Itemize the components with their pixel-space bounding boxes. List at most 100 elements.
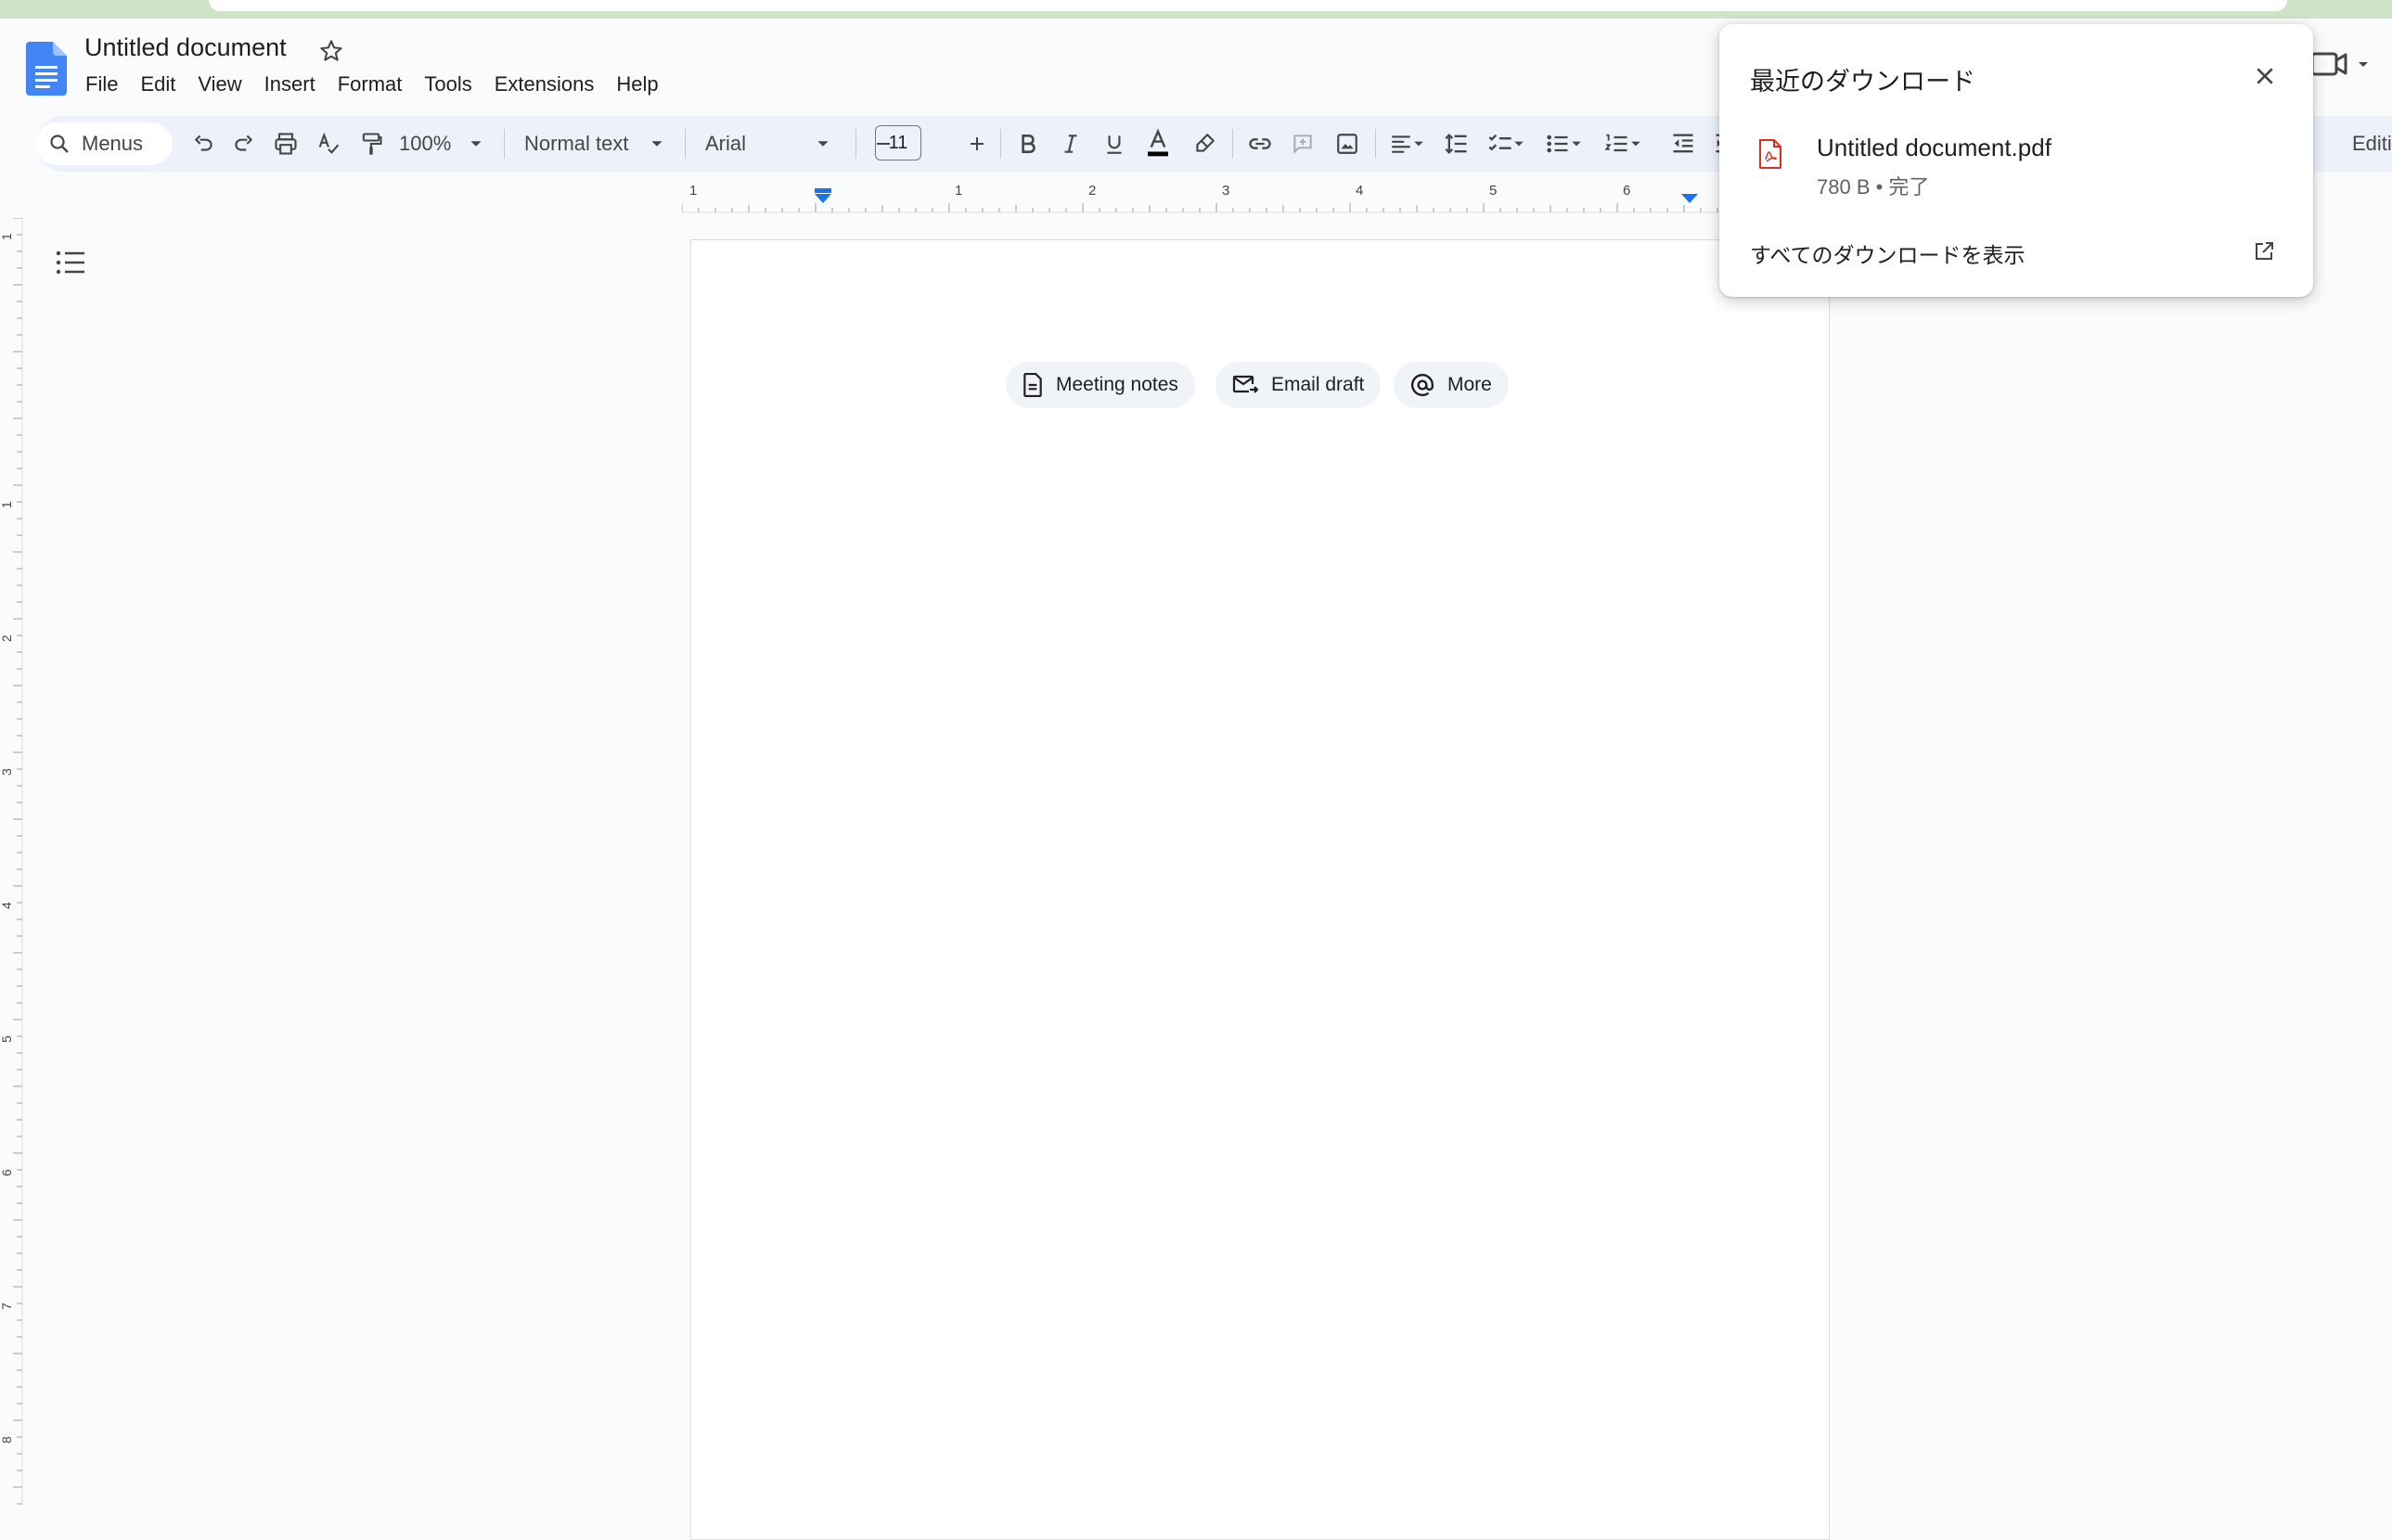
ruler-label: 1 bbox=[955, 183, 962, 199]
font-size-input[interactable]: 11 bbox=[875, 125, 921, 160]
font-select[interactable]: Arial bbox=[705, 116, 846, 172]
paint-format-button[interactable] bbox=[351, 116, 392, 172]
close-button[interactable] bbox=[2250, 61, 2280, 91]
toolbar-divider bbox=[685, 129, 686, 159]
menu-edit[interactable]: Edit bbox=[129, 72, 186, 96]
video-camera-icon[interactable] bbox=[2310, 48, 2372, 82]
google-docs-icon[interactable] bbox=[26, 42, 67, 96]
download-file-name[interactable]: Untitled document.pdf bbox=[1817, 134, 2051, 162]
highlight-color-button[interactable] bbox=[1184, 116, 1225, 172]
editing-mode-select[interactable]: Editing bbox=[2352, 116, 2392, 172]
insert-image-button[interactable] bbox=[1327, 116, 1368, 172]
zoom-value: 100% bbox=[399, 132, 452, 155]
email-draft-chip[interactable]: Email draft bbox=[1215, 362, 1382, 408]
downloads-popup: 最近のダウンロード Untitled document.pdf 780 B • … bbox=[1719, 24, 2313, 297]
line-spacing-button[interactable] bbox=[1436, 116, 1477, 172]
italic-button[interactable] bbox=[1050, 116, 1091, 172]
print-button[interactable] bbox=[265, 116, 306, 172]
docs-app: Untitled document File Edit View Insert … bbox=[0, 19, 2392, 1540]
undo-button[interactable] bbox=[184, 116, 225, 172]
open-in-new-icon bbox=[2256, 242, 2273, 260]
ruler-label: 3 bbox=[1222, 183, 1229, 199]
menu-tools[interactable]: Tools bbox=[413, 72, 482, 96]
menu-insert[interactable]: Insert bbox=[253, 72, 327, 96]
chevron-down-icon bbox=[817, 141, 829, 147]
chevron-down-icon bbox=[1414, 141, 1423, 147]
decrease-indent-button[interactable] bbox=[1663, 116, 1704, 172]
style-select[interactable]: Normal text bbox=[524, 116, 673, 172]
paint-format-icon bbox=[362, 133, 382, 155]
toolbar-divider bbox=[855, 129, 856, 159]
menu-help[interactable]: Help bbox=[605, 72, 669, 96]
toolbar-divider bbox=[1232, 129, 1233, 159]
chevron-down-icon bbox=[651, 141, 663, 147]
meeting-notes-chip[interactable]: Meeting notes bbox=[1006, 362, 1195, 408]
ruler-ticks bbox=[13, 218, 22, 1505]
bold-button[interactable] bbox=[1008, 116, 1048, 172]
search-menus[interactable]: Menus bbox=[35, 122, 173, 165]
menu-format[interactable]: Format bbox=[327, 72, 414, 96]
ruler-label: 2 bbox=[0, 635, 14, 642]
document-page[interactable] bbox=[690, 239, 1830, 1540]
ruler-label: 7 bbox=[0, 1303, 14, 1310]
ruler-label: 5 bbox=[1489, 183, 1497, 199]
align-select[interactable] bbox=[1382, 116, 1431, 172]
chip-label: Email draft bbox=[1271, 374, 1365, 395]
star-outline-icon[interactable] bbox=[317, 37, 345, 65]
search-menus-label: Menus bbox=[82, 132, 144, 155]
at-sign-icon bbox=[1410, 374, 1434, 396]
spellcheck-icon bbox=[318, 132, 340, 154]
spellcheck-button[interactable] bbox=[308, 116, 349, 172]
ruler-label: 1 bbox=[689, 183, 697, 199]
numbered-list-select[interactable] bbox=[1598, 116, 1648, 172]
menu-extensions[interactable]: Extensions bbox=[483, 72, 606, 96]
ruler-label: 3 bbox=[0, 768, 14, 776]
checklist-select[interactable] bbox=[1481, 116, 1531, 172]
right-indent-marker[interactable] bbox=[1681, 194, 1698, 203]
chevron-down-icon bbox=[1631, 141, 1640, 147]
undo-icon bbox=[194, 135, 212, 151]
highlighter-icon bbox=[1196, 134, 1215, 152]
underline-icon bbox=[1107, 135, 1122, 154]
increase-font-size-button[interactable] bbox=[959, 116, 995, 172]
vertical-ruler[interactable]: 1 1 2 3 4 5 6 7 8 bbox=[0, 218, 24, 1505]
link-icon bbox=[1249, 138, 1271, 149]
document-title[interactable]: Untitled document bbox=[84, 33, 287, 62]
first-line-indent-marker[interactable] bbox=[815, 188, 831, 193]
italic-icon bbox=[1064, 135, 1077, 153]
downloads-title: 最近のダウンロード bbox=[1750, 68, 1975, 96]
chip-label: More bbox=[1447, 374, 1492, 395]
print-icon bbox=[275, 133, 297, 155]
add-comment-icon bbox=[1293, 135, 1312, 155]
ruler-label: 5 bbox=[0, 1035, 14, 1043]
ruler-label: 1 bbox=[0, 501, 14, 508]
style-value: Normal text bbox=[524, 132, 629, 155]
numbered-list-icon bbox=[1604, 134, 1627, 152]
plus-icon bbox=[971, 137, 984, 150]
menu-view[interactable]: View bbox=[186, 72, 252, 96]
open-in-new-button[interactable] bbox=[2250, 237, 2278, 265]
search-icon bbox=[50, 135, 69, 153]
download-status: 780 B • 完了 bbox=[1817, 175, 1930, 199]
menu-file[interactable]: File bbox=[74, 72, 129, 96]
ruler-label: 6 bbox=[1623, 183, 1630, 199]
document-outline-icon[interactable] bbox=[56, 249, 87, 276]
line-spacing-icon bbox=[1445, 134, 1467, 154]
insert-link-button[interactable] bbox=[1240, 116, 1280, 172]
bulleted-list-select[interactable] bbox=[1538, 116, 1588, 172]
zoom-select[interactable]: 100% bbox=[399, 116, 492, 172]
redo-button[interactable] bbox=[223, 116, 264, 172]
show-all-downloads-link[interactable]: すべてのダウンロードを表示 bbox=[1750, 237, 2025, 269]
ruler-label: 4 bbox=[1356, 183, 1363, 199]
bulleted-list-icon bbox=[1547, 135, 1568, 153]
document-icon bbox=[1023, 373, 1042, 397]
toolbar-divider bbox=[504, 129, 505, 159]
browser-tab-strip bbox=[0, 0, 2392, 19]
text-color-button[interactable] bbox=[1138, 116, 1178, 172]
add-comment-button[interactable] bbox=[1282, 116, 1323, 172]
chevron-down-icon bbox=[1572, 141, 1581, 147]
horizontal-ruler[interactable]: 1 1 2 3 4 5 6 bbox=[682, 181, 1828, 214]
left-indent-marker[interactable] bbox=[815, 194, 831, 203]
underline-button[interactable] bbox=[1094, 116, 1135, 172]
more-chip[interactable]: More bbox=[1394, 362, 1509, 408]
